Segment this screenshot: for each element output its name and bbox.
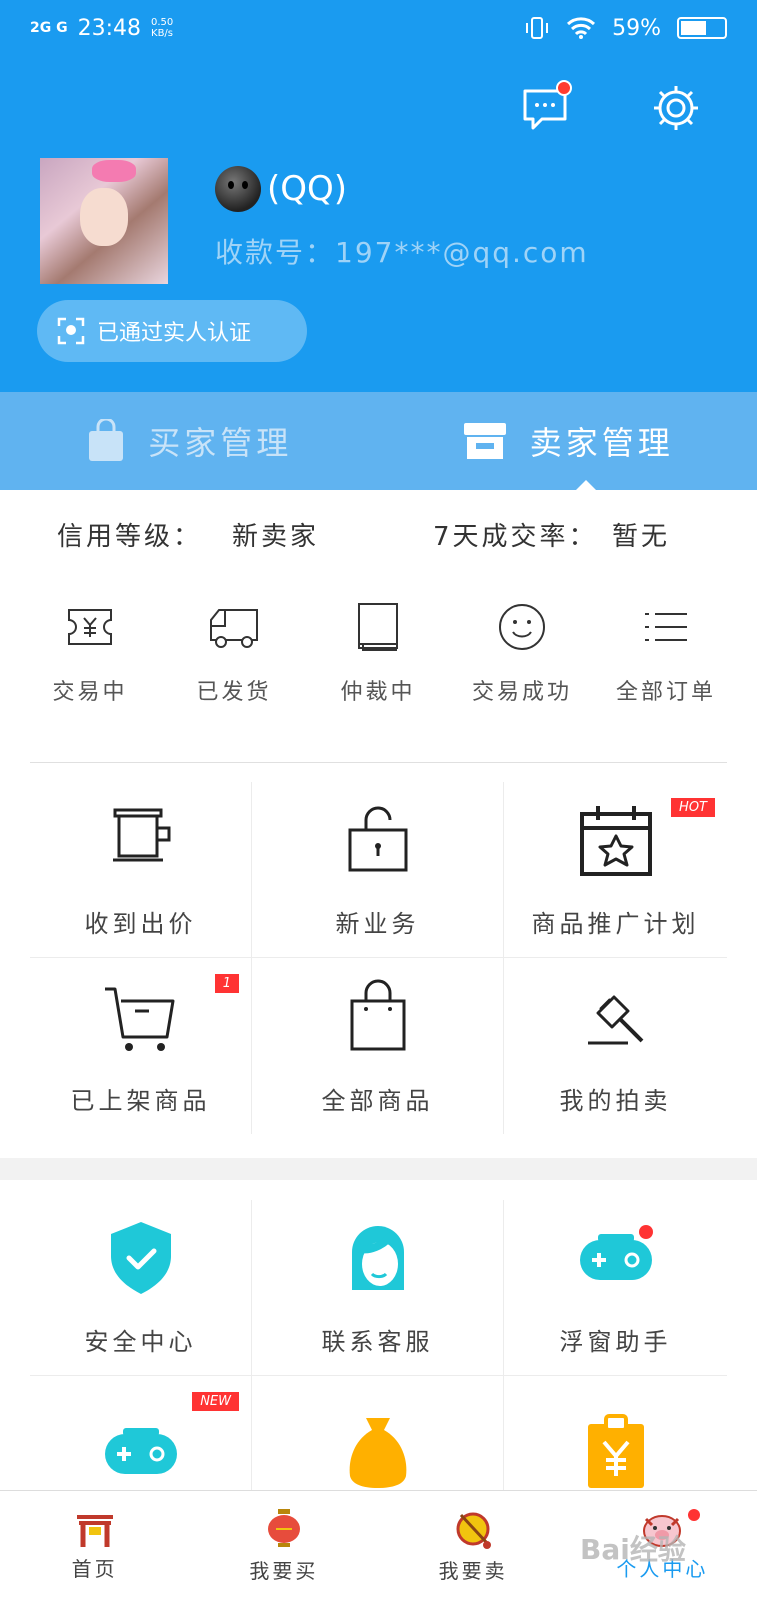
new-badge: NEW bbox=[192, 1392, 239, 1411]
order-arbitration[interactable]: 仲裁中 bbox=[306, 600, 450, 730]
nav-home[interactable]: 首页 bbox=[0, 1491, 189, 1600]
shield-icon bbox=[110, 1222, 171, 1294]
grid-item-floating-assistant-label: 浮窗助手 bbox=[559, 1328, 672, 1356]
status-bar: 2G G 23:48 0.50 KB/s 59% bbox=[0, 0, 757, 56]
lantern-icon bbox=[267, 1509, 300, 1547]
watermark: Bai经验 bbox=[580, 1533, 686, 1566]
grid-item-new-business-label: 新业务 bbox=[335, 910, 420, 938]
bag-icon bbox=[350, 979, 405, 1050]
rate-value: 暂无 bbox=[612, 521, 671, 552]
profile-header: (QQ) 收款号：197***@qq.com 已通过实人认证 bbox=[0, 56, 757, 392]
money-bag-icon bbox=[349, 1417, 406, 1488]
grid-item-floating-assistant[interactable]: 浮窗助手 bbox=[504, 1200, 727, 1376]
grid-item-listed-products-label: 已上架商品 bbox=[70, 1086, 211, 1115]
battery-icon bbox=[677, 17, 727, 39]
smiley-emoji-icon bbox=[215, 166, 261, 212]
role-tabs: 买家管理 卖家管理 bbox=[0, 392, 757, 490]
store-icon bbox=[463, 423, 506, 459]
user-name: (QQ) bbox=[215, 166, 347, 212]
rate-label: 7天成交率： bbox=[433, 521, 598, 552]
list-icon bbox=[645, 613, 687, 641]
order-shipped-label: 已发货 bbox=[196, 680, 272, 705]
vibrate-icon bbox=[526, 17, 549, 39]
verified-badge[interactable]: 已通过实人认证 bbox=[37, 300, 307, 362]
network-speed-value: 0.50 bbox=[151, 17, 174, 28]
drum-icon bbox=[456, 1512, 492, 1549]
grid-item-listed-products[interactable]: 1 已上架商品 bbox=[30, 958, 252, 1134]
verified-text: 已通过实人认证 bbox=[97, 321, 252, 346]
nav-profile-dot bbox=[687, 1509, 700, 1521]
shopping-bag-icon bbox=[89, 419, 124, 461]
grid-item-offers[interactable]: 收到出价 bbox=[30, 782, 252, 958]
section-separator bbox=[0, 1158, 757, 1180]
network-speed-unit: KB/s bbox=[151, 28, 174, 39]
nav-sell[interactable]: 我要卖 bbox=[379, 1491, 568, 1600]
divider bbox=[30, 762, 727, 763]
gamepad-icon bbox=[579, 1225, 653, 1280]
yuan-clipboard-icon bbox=[587, 1413, 644, 1488]
order-trading-label: 交易中 bbox=[52, 680, 128, 705]
grid-item-offers-label: 收到出价 bbox=[84, 910, 197, 938]
nav-buy-label: 我要买 bbox=[249, 1559, 319, 1583]
book-icon bbox=[358, 603, 398, 651]
nav-buy[interactable]: 我要买 bbox=[189, 1491, 378, 1600]
grid-item-all-products-label: 全部商品 bbox=[321, 1086, 434, 1115]
notification-dot bbox=[556, 80, 572, 96]
seller-tools-grid: 收到出价 新业务 HOT 商品推广计划 1 已上架商品 全部商品 我的拍卖 bbox=[30, 782, 727, 1134]
nav-sell-label: 我要卖 bbox=[438, 1559, 508, 1583]
account-number: 收款号：197***@qq.com bbox=[215, 236, 589, 269]
grid-item-my-auctions[interactable]: 我的拍卖 bbox=[504, 958, 727, 1134]
clock: 23:48 bbox=[77, 15, 142, 41]
order-all[interactable]: 全部订单 bbox=[594, 600, 738, 730]
cart-icon bbox=[104, 987, 174, 1051]
grid-item-customer-service[interactable]: 联系客服 bbox=[252, 1200, 504, 1376]
wifi-icon bbox=[567, 17, 596, 39]
tab-seller[interactable]: 卖家管理 bbox=[379, 392, 757, 490]
order-status-row: 交易中 已发货 仲裁中 交易成功 全部订单 bbox=[0, 600, 757, 730]
credit-value: 新卖家 bbox=[232, 521, 320, 552]
credit-label: 信用等级： bbox=[57, 521, 203, 552]
order-trading[interactable]: 交易中 bbox=[18, 600, 162, 730]
gavel-icon bbox=[587, 995, 643, 1044]
grid-item-security-center-label: 安全中心 bbox=[84, 1328, 197, 1356]
order-shipped[interactable]: 已发货 bbox=[162, 600, 306, 730]
settings-gear-icon[interactable] bbox=[652, 84, 700, 132]
tab-seller-label: 卖家管理 bbox=[529, 424, 674, 462]
network-speed: 0.50 KB/s bbox=[151, 17, 173, 39]
grid-item-my-auctions-label: 我的拍卖 bbox=[559, 1086, 672, 1115]
network-indicator: 2G G bbox=[30, 20, 68, 36]
avatar[interactable] bbox=[40, 158, 168, 284]
order-success[interactable]: 交易成功 bbox=[450, 600, 594, 730]
tab-buyer[interactable]: 买家管理 bbox=[0, 392, 379, 490]
grid-item-promotion-plan-label: 商品推广计划 bbox=[531, 910, 700, 938]
customer-service-icon bbox=[351, 1226, 404, 1290]
grid-item-customer-service-label: 联系客服 bbox=[321, 1328, 434, 1356]
hot-badge: HOT bbox=[671, 798, 715, 817]
user-name-text: (QQ) bbox=[267, 169, 348, 209]
order-arbitration-label: 仲裁中 bbox=[340, 680, 416, 705]
yuan-receipt-icon bbox=[68, 609, 112, 645]
battery-percent: 59% bbox=[612, 15, 661, 41]
gate-icon bbox=[76, 1515, 113, 1547]
truck-icon bbox=[210, 609, 258, 648]
avatar-face bbox=[80, 188, 128, 246]
grid-item-all-products[interactable]: 全部商品 bbox=[252, 958, 504, 1134]
smile-icon bbox=[499, 604, 545, 650]
offer-icon bbox=[112, 808, 170, 862]
grid-item-security-center[interactable]: 安全中心 bbox=[30, 1200, 252, 1376]
grid-item-promotion-plan[interactable]: HOT 商品推广计划 bbox=[504, 782, 727, 958]
order-success-label: 交易成功 bbox=[471, 680, 572, 705]
nav-home-label: 首页 bbox=[71, 1557, 118, 1581]
face-scan-icon bbox=[57, 317, 85, 345]
order-all-label: 全部订单 bbox=[615, 680, 716, 705]
tab-buyer-label: 买家管理 bbox=[148, 424, 293, 462]
gamepad-icon bbox=[104, 1427, 177, 1474]
count-badge: 1 bbox=[214, 974, 239, 993]
grid-item-new-business[interactable]: 新业务 bbox=[252, 782, 504, 958]
calendar-star-icon bbox=[579, 806, 652, 876]
seller-stats: 信用等级： 新卖家 7天成交率： 暂无 bbox=[0, 490, 757, 578]
lock-icon bbox=[348, 806, 407, 872]
avatar-bow bbox=[92, 160, 136, 182]
